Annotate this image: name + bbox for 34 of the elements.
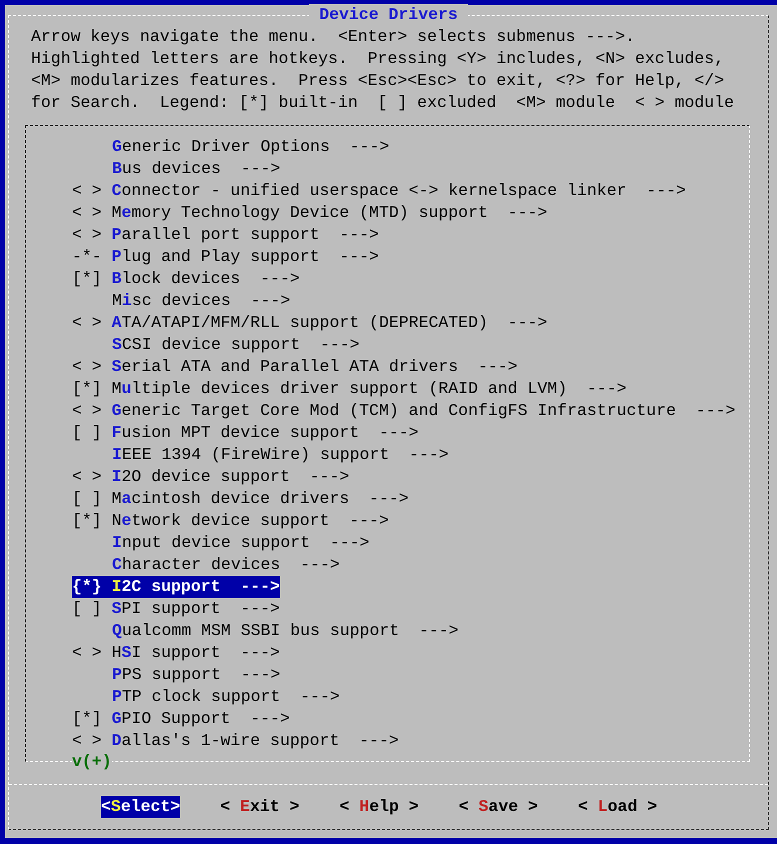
- menu-item[interactable]: < > ATA/ATAPI/MFM/RLL support (DEPRECATED) --->: [72, 312, 548, 334]
- menu-item[interactable]: < > Generic Target Core Mod (TCM) and ConfigFS Infrastructure --->: [72, 400, 736, 422]
- menu-button[interactable]: <Select>: [101, 796, 180, 818]
- menu-item[interactable]: < > HSI support --->: [72, 642, 280, 664]
- menu-item[interactable]: PTP clock support --->: [112, 686, 340, 708]
- menu-button[interactable]: < Help >: [339, 796, 419, 818]
- menu-item[interactable]: Input device support --->: [112, 532, 370, 554]
- menu-item[interactable]: < > Connector - unified userspace <-> kernelspace linker --->: [72, 180, 686, 202]
- menu-item[interactable]: -*- Plug and Play support --->: [72, 246, 379, 268]
- menu-item[interactable]: [*] Network device support --->: [72, 510, 389, 532]
- menu-item[interactable]: IEEE 1394 (FireWire) support --->: [112, 444, 449, 466]
- menu-item[interactable]: {*} I2C support --->: [72, 576, 280, 598]
- menu-item[interactable]: < > Memory Technology Device (MTD) support --->: [72, 202, 548, 224]
- menu-button[interactable]: < Load >: [578, 796, 658, 818]
- help-text: Arrow keys navigate the menu. <Enter> selects submenus --->. Highlighted letters are hotkeys. Pressing <Y> includes, <N> excludes, <M> modularizes features. Press <Esc><Esc> to exit, <?> for Help, </> for Search. Legend: [*] built-in [ ] excluded <M> module < > module: [31, 26, 734, 114]
- menu-item[interactable]: Character devices --->: [112, 554, 340, 576]
- menu-item[interactable]: SCSI device support --->: [112, 334, 360, 356]
- menu-item[interactable]: [ ] SPI support --->: [72, 598, 280, 620]
- menu-item[interactable]: Generic Driver Options --->: [112, 136, 390, 158]
- menu-item[interactable]: < > Dallas's 1-wire support --->: [72, 730, 399, 752]
- menu-item[interactable]: [ ] Fusion MPT device support --->: [72, 422, 419, 444]
- menu-item[interactable]: [*] Multiple devices driver support (RAID and LVM) --->: [72, 378, 627, 400]
- menu-item[interactable]: [ ] Macintosh device drivers --->: [72, 488, 409, 510]
- menu-item[interactable]: [*] GPIO Support --->: [72, 708, 290, 730]
- menu-button[interactable]: < Exit >: [220, 796, 300, 818]
- menu-item[interactable]: Misc devices --->: [112, 290, 290, 312]
- menu-button[interactable]: < Save >: [458, 796, 538, 818]
- menu-item[interactable]: Qualcomm MSM SSBI bus support --->: [112, 620, 459, 642]
- menu-item[interactable]: [*] Block devices --->: [72, 268, 300, 290]
- menu-item[interactable]: < > Serial ATA and Parallel ATA drivers --->: [72, 356, 518, 378]
- menu-item[interactable]: < > Parallel port support --->: [72, 224, 379, 246]
- menu-item[interactable]: < > I2O device support --->: [72, 466, 350, 488]
- menu-item[interactable]: Bus devices --->: [112, 158, 280, 180]
- menu-item[interactable]: PPS support --->: [112, 664, 280, 686]
